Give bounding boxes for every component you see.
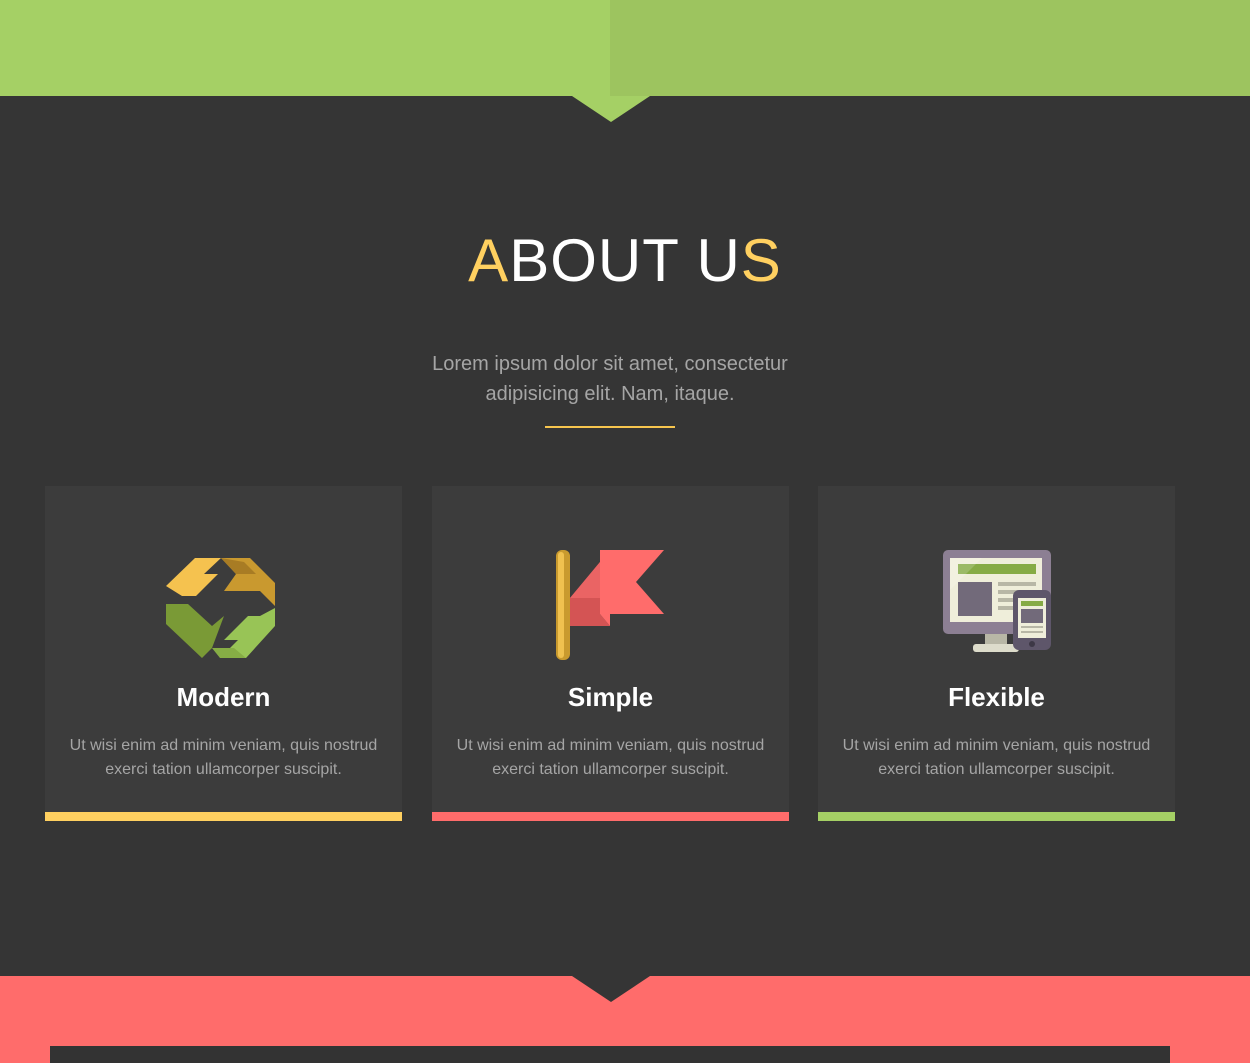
responsive-devices-icon [939,550,1055,662]
flag-icon [553,550,669,662]
next-section-panel [50,1046,1170,1063]
feature-description: Ut wisi enim ad minim veniam, quis nostr… [842,737,1151,778]
feature-description: Ut wisi enim ad minim veniam, quis nostr… [69,737,378,778]
title-accent-last: S [740,227,782,294]
feature-accent-bar [432,812,789,821]
feature-card-simple: Simple Ut wisi enim ad minim veniam, qui… [432,486,789,821]
section-subtitle: Lorem ipsum dolor sit amet, consectetur … [432,353,788,405]
section-title: ABOUT US [0,226,1250,295]
title-accent-first: A [468,227,510,294]
refresh-icon [166,550,282,662]
title-middle: BOUT U [509,227,741,294]
top-section-band-shade [610,0,1250,96]
feature-accent-bar [45,812,402,821]
section-pointer-arrow [572,976,650,1002]
feature-accent-bar [818,812,1175,821]
feature-title: Simple [567,682,654,712]
feature-title: Modern [176,682,271,712]
feature-card-modern: Modern Ut wisi enim ad minim veniam, qui… [45,486,402,821]
feature-description: Ut wisi enim ad minim veniam, quis nostr… [456,737,765,778]
section-pointer-arrow [572,96,650,122]
title-divider [545,426,675,428]
feature-title: Flexible [948,682,1045,712]
feature-card-flexible: Flexible Ut wisi enim ad minim veniam, q… [818,486,1175,821]
